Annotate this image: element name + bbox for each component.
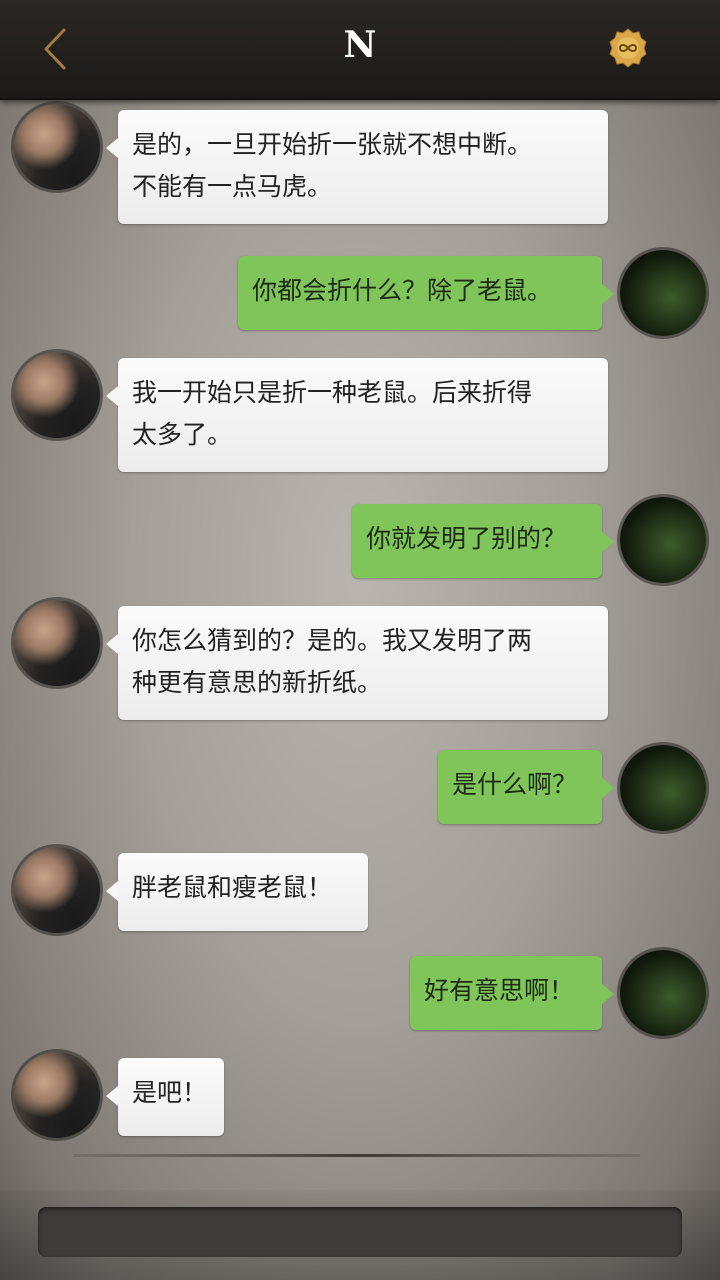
incoming-message-bubble[interactable]: 我一开始只是折一种老鼠。后来折得 太多了。: [106, 358, 608, 472]
contact-avatar[interactable]: [14, 847, 100, 933]
divider: [74, 1154, 640, 1157]
contact-avatar[interactable]: [14, 352, 100, 438]
avatar-image: [620, 250, 706, 336]
contact-avatar[interactable]: [14, 600, 100, 686]
user-avatar[interactable]: [620, 950, 706, 1036]
avatar-image: [620, 497, 706, 583]
contact-avatar[interactable]: [14, 1052, 100, 1138]
outgoing-message-bubble[interactable]: 是什么啊？: [438, 750, 614, 824]
outgoing-message-bubble[interactable]: 你就发明了别的？: [352, 504, 614, 578]
avatar-image: [620, 950, 706, 1036]
user-avatar[interactable]: [620, 745, 706, 831]
message-input[interactable]: [38, 1207, 682, 1257]
infinity-badge-button[interactable]: [608, 28, 648, 68]
avatar-image: [14, 352, 100, 438]
infinity-badge-icon: [609, 28, 647, 68]
incoming-message-bubble[interactable]: 是的，一旦开始折一张就不想中断。 不能有一点马虎。: [106, 110, 608, 224]
incoming-message-bubble[interactable]: 是吧！: [106, 1058, 224, 1136]
contact-avatar[interactable]: [14, 104, 100, 190]
incoming-message-bubble[interactable]: 你怎么猜到的？是的。我又发明了两 种更有意思的新折纸。: [106, 606, 608, 720]
outgoing-message-bubble[interactable]: 好有意思啊！: [410, 956, 614, 1030]
avatar-image: [14, 600, 100, 686]
user-avatar[interactable]: [620, 250, 706, 336]
avatar-image: [14, 104, 100, 190]
top-bar: N: [0, 0, 720, 100]
avatar-image: [14, 1052, 100, 1138]
avatar-image: [14, 847, 100, 933]
outgoing-message-bubble[interactable]: 你都会折什么？除了老鼠。: [238, 256, 614, 330]
avatar-image: [620, 745, 706, 831]
incoming-message-bubble[interactable]: 胖老鼠和瘦老鼠！: [106, 853, 368, 931]
user-avatar[interactable]: [620, 497, 706, 583]
